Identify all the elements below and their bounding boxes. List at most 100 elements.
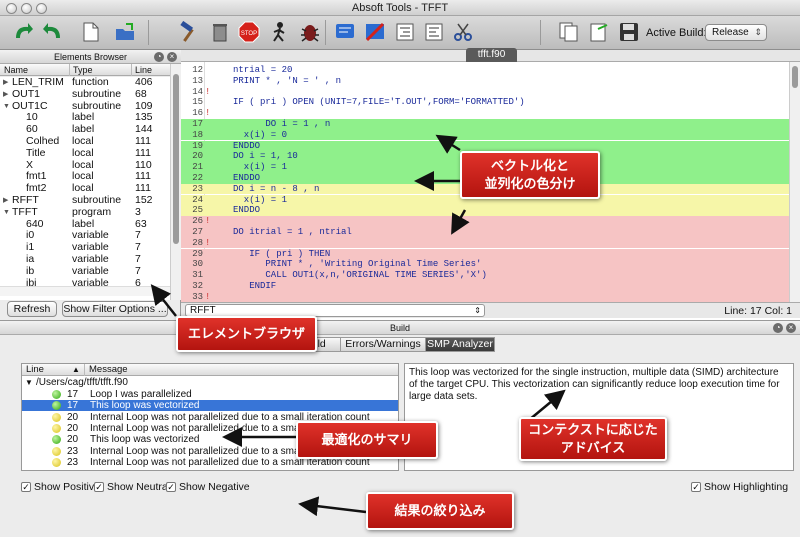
close-window-icon[interactable] [6, 3, 17, 14]
open-folder-icon[interactable] [112, 19, 138, 45]
message-text: This loop was vectorized [90, 434, 200, 446]
code-line[interactable]: 18 x(i) = 0 [181, 129, 789, 141]
refresh-button[interactable]: Refresh [7, 301, 57, 317]
panel-close-icon[interactable]: × [167, 52, 177, 62]
element-type: local [72, 134, 94, 147]
column-header-line[interactable]: Line [131, 64, 152, 76]
zoom-window-icon[interactable] [36, 3, 47, 14]
copy-icon[interactable] [556, 19, 582, 45]
column-header-line[interactable]: Line [26, 364, 44, 376]
file-group-row[interactable]: ▼ /Users/cag/tfft/tfft.f90 [22, 377, 398, 388]
list-item[interactable]: Title local 111 [0, 147, 170, 160]
code-line[interactable]: 27 DO itrial = 1 , ntrial [181, 227, 789, 238]
new-file-icon[interactable] [78, 19, 104, 45]
undo-icon[interactable] [10, 19, 36, 45]
checkbox-checked-icon[interactable]: ✓ [166, 482, 176, 492]
paste-icon[interactable] [586, 19, 612, 45]
disclosure-triangle-icon[interactable]: ▶ [3, 77, 8, 89]
scroll-thumb[interactable] [792, 66, 798, 88]
clean-trash-icon[interactable] [207, 19, 233, 45]
callout-text: 結果の絞り込み [394, 503, 486, 518]
code-line[interactable]: 14! [181, 87, 789, 98]
elements-vertical-scrollbar[interactable] [170, 64, 181, 300]
code-line[interactable]: 13 PRINT * , 'N = ' , n [181, 76, 789, 87]
code-line[interactable]: 32 ENDIF [181, 281, 789, 292]
indent-icon[interactable] [392, 19, 418, 45]
list-item[interactable]: ia variable 7 [0, 252, 170, 266]
active-build-select[interactable]: Release [705, 24, 767, 41]
panel-options-icon[interactable]: ◔ [773, 323, 783, 333]
code-line[interactable]: 33! [181, 291, 789, 302]
column-header-name[interactable]: Name [4, 64, 28, 76]
checkbox-checked-icon[interactable]: ✓ [691, 482, 701, 492]
list-item[interactable]: Colhed local 111 [0, 134, 170, 148]
code-line[interactable]: 26! [181, 216, 789, 227]
column-header-message[interactable]: Message [84, 364, 128, 376]
list-item[interactable]: ib variable 7 [0, 264, 170, 278]
code-line[interactable]: 25 ENDDO [181, 205, 789, 217]
disclosure-triangle-icon[interactable]: ▼ [25, 377, 33, 388]
callout-element-browser: エレメントブラウザ [176, 316, 317, 352]
message-text: This loop was vectorized [90, 400, 200, 412]
disclosure-triangle-icon[interactable]: ▶ [3, 195, 8, 207]
line-number: 19 [192, 140, 203, 151]
minimize-window-icon[interactable] [21, 3, 32, 14]
message-row[interactable]: 17 Loop I was parallelized [22, 389, 398, 400]
code-line[interactable]: 16! [181, 108, 789, 119]
show-negative-checkbox[interactable]: ✓ Show Negative [166, 481, 250, 493]
elements-horizontal-scrollbar[interactable] [0, 286, 170, 296]
checkbox-label: Show Highlighting [704, 481, 789, 493]
elements-list: ▶ LEN_TRIM function 406 ▶ OUT1 subroutine 68 ▼ OU… [0, 77, 170, 300]
element-name: ib [26, 264, 35, 277]
disclosure-triangle-icon[interactable]: ▶ [3, 89, 8, 101]
code-line[interactable]: 29 IF ( pri ) THEN [181, 248, 789, 260]
editor-vertical-scrollbar[interactable] [789, 62, 800, 302]
build-hammer-icon[interactable] [175, 19, 201, 45]
panel-options-icon[interactable]: ◔ [154, 52, 164, 62]
code-line[interactable]: 12 ntrial = 20 [181, 65, 789, 76]
stop-icon[interactable]: STOP [236, 19, 262, 45]
show-filter-options-button[interactable]: Show Filter Options ... [62, 301, 168, 317]
code-line[interactable]: 31 CALL OUT1(x,n,'ORIGINAL TIME SERIES',… [181, 270, 789, 281]
elements-browser-header: Elements Browser ◔ × [0, 50, 181, 64]
element-line: 152 [135, 193, 153, 206]
show-positive-checkbox[interactable]: ✓ Show Positive [21, 481, 100, 493]
code-line[interactable]: 17 DO i = 1 , n [181, 119, 789, 130]
element-type: variable [72, 252, 109, 265]
redo-icon[interactable] [40, 19, 66, 45]
run-icon[interactable] [267, 19, 293, 45]
cut-scissors-icon[interactable] [450, 19, 476, 45]
scroll-thumb[interactable] [173, 74, 179, 244]
code-line[interactable]: 28! [181, 237, 789, 249]
tab-smp-analyzer[interactable]: SMP Analyzer [425, 337, 495, 352]
file-tab[interactable]: tfft.f90 [466, 48, 517, 62]
code-line[interactable]: 15 IF ( pri ) OPEN (UNIT=7,FILE='T.OUT',F… [181, 97, 789, 108]
code-text: ENDDO [233, 140, 261, 151]
message-icon[interactable] [332, 19, 358, 45]
code-line[interactable]: 30 PRINT * , 'Writing Original Time Seri… [181, 259, 789, 271]
code-line[interactable]: 19 ENDDO [181, 140, 789, 152]
debug-bug-icon[interactable] [297, 19, 323, 45]
no-warnings-icon[interactable] [362, 19, 388, 45]
element-line: 111 [135, 134, 151, 147]
checkbox-checked-icon[interactable]: ✓ [94, 482, 104, 492]
checkbox-checked-icon[interactable]: ✓ [21, 482, 31, 492]
outdent-icon[interactable] [421, 19, 447, 45]
line-number: 30 [192, 259, 203, 270]
build-title: Build [389, 323, 410, 333]
yellow-status-icon [52, 412, 61, 422]
disclosure-triangle-icon[interactable]: ▼ [3, 207, 10, 219]
save-icon[interactable] [616, 19, 642, 45]
show-neutral-checkbox[interactable]: ✓ Show Neutral [94, 481, 170, 493]
tab-errors-warnings[interactable]: Errors/Warnings [340, 337, 426, 352]
list-item[interactable]: ▼ TFFT program 3 [0, 206, 170, 219]
column-header-type[interactable]: Type [69, 64, 93, 76]
list-item[interactable]: ▶ OUT1 subroutine 68 [0, 88, 170, 101]
disclosure-triangle-icon[interactable]: ▼ [3, 101, 10, 113]
message-row[interactable]: 17 This loop was vectorized [22, 400, 398, 412]
show-highlighting-checkbox[interactable]: ✓ Show Highlighting [691, 481, 788, 493]
panel-close-icon[interactable]: × [786, 323, 796, 333]
list-item[interactable]: ▶ RFFT subroutine 152 [0, 193, 170, 207]
green-status-icon [52, 435, 61, 445]
element-name: RFFT [12, 193, 39, 206]
